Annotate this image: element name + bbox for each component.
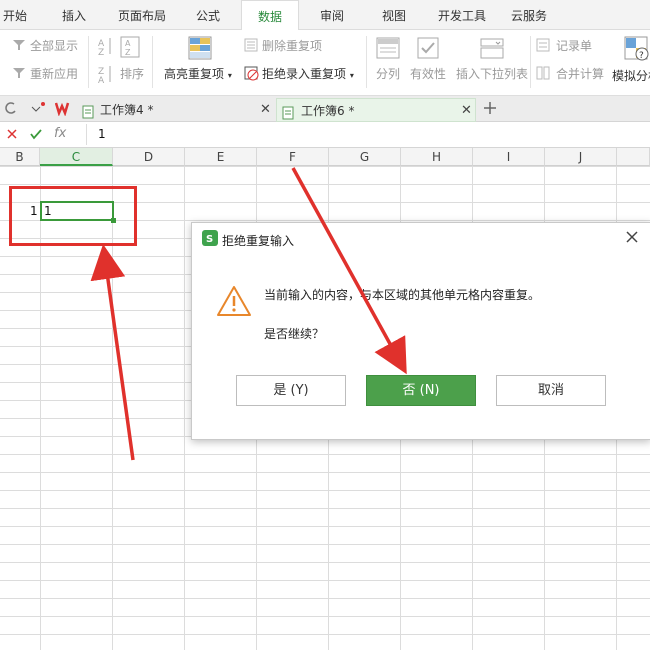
annotation-arrow-to-no-button [291,167,407,375]
annotation-arrow-to-cell [90,244,135,461]
annotation-arrows [90,167,407,461]
